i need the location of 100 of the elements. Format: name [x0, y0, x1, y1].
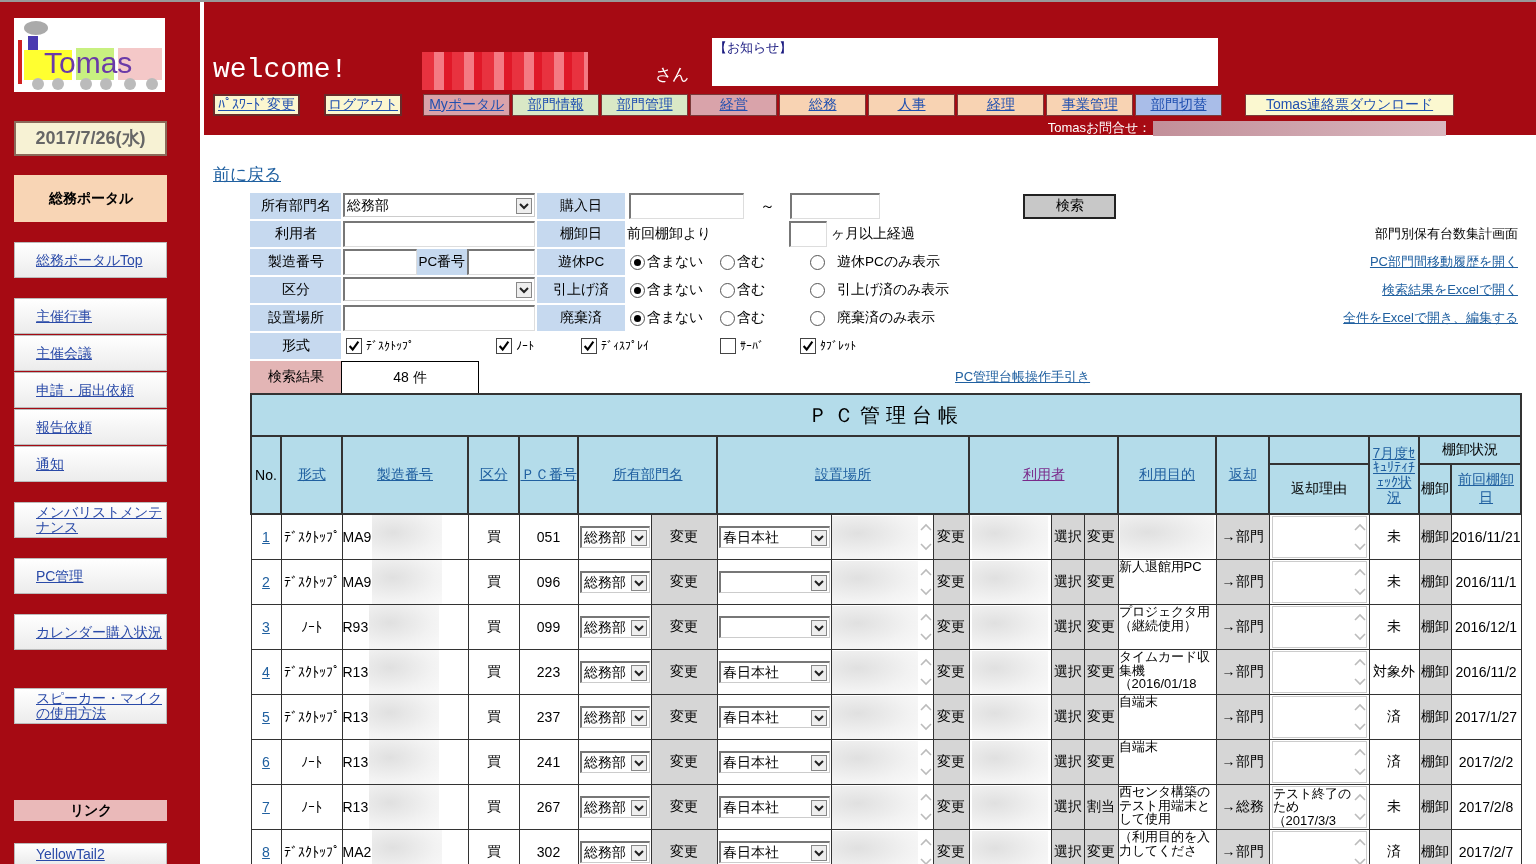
link[interactable]: 全件をExcelで開き、編集する	[1343, 309, 1518, 327]
radio-button[interactable]	[630, 310, 645, 326]
sidebar-link[interactable]: カレンダー購入状況	[14, 614, 167, 650]
row-number-link[interactable]: 4	[262, 664, 270, 680]
checkbox[interactable]	[720, 338, 736, 354]
nav-tab[interactable]: 経理	[957, 94, 1044, 116]
reason-field[interactable]	[1271, 831, 1367, 864]
column-header-link[interactable]: 区分	[479, 466, 508, 484]
dept-select[interactable]: 総務部	[579, 526, 650, 548]
dept-select[interactable]: 総務部	[343, 193, 535, 217]
row-number-link[interactable]: 5	[262, 709, 270, 725]
sidebar-link[interactable]: PC管理	[14, 558, 167, 594]
sidebar-link[interactable]: 主催行事	[14, 298, 167, 334]
radio-button[interactable]	[720, 310, 735, 326]
input-field[interactable]	[343, 221, 535, 247]
caret-icon	[630, 529, 647, 546]
location-select[interactable]: 春日本社	[718, 841, 830, 863]
nav-tab[interactable]: 人事	[868, 94, 955, 116]
radio-button[interactable]	[630, 282, 645, 298]
nav-tab[interactable]: 部門切替	[1135, 94, 1222, 116]
column-header-link[interactable]: 利用者	[1022, 466, 1065, 484]
column-header-link[interactable]: 前回棚卸日	[1452, 471, 1521, 507]
checkbox[interactable]	[581, 338, 597, 354]
dept-select[interactable]: 総務部	[579, 706, 650, 728]
serial-number-text: MA2	[343, 844, 372, 860]
reason-field[interactable]	[1271, 516, 1367, 558]
sidebar-link[interactable]: 報告依頼	[14, 409, 167, 445]
input-field[interactable]	[629, 193, 744, 219]
column-header-link[interactable]: 7月度ｾｷｭﾘﾃｨﾁｪｯｸ状況	[1370, 445, 1418, 505]
sidebar-link[interactable]: 総務ポータルTop	[14, 242, 167, 278]
location-select[interactable]: 春日本社	[718, 796, 830, 818]
checkbox[interactable]	[346, 338, 362, 354]
column-header-link[interactable]: 所有部門名	[612, 466, 683, 484]
row-number-link[interactable]: 1	[262, 529, 270, 545]
column-header-link[interactable]: 利用目的	[1139, 466, 1195, 484]
column-header-link[interactable]: 形式	[297, 466, 326, 484]
location-select[interactable]	[718, 571, 830, 593]
input-field[interactable]	[789, 221, 827, 247]
row-number-link[interactable]: 6	[262, 754, 270, 770]
location-select[interactable]	[718, 616, 830, 638]
reason-field[interactable]: テスト終了のため（2017/3/3	[1271, 786, 1367, 828]
radio-button[interactable]	[720, 282, 735, 298]
sidebar-link[interactable]: 主催会議	[14, 335, 167, 371]
reason-field[interactable]	[1271, 651, 1367, 693]
checkbox[interactable]	[800, 338, 816, 354]
account-button[interactable]: ログアウト	[324, 94, 402, 116]
sidebar-link[interactable]: メンバリストメンテナンス	[14, 502, 167, 538]
checkbox[interactable]	[496, 338, 512, 354]
manual-link[interactable]: PC管理台帳操作手引き	[955, 368, 1091, 386]
nav-tab[interactable]: 部門情報	[512, 94, 599, 116]
reason-field[interactable]	[1271, 741, 1367, 783]
column-header-link[interactable]: ＰＣ番号	[520, 466, 577, 484]
row-number-link[interactable]: 2	[262, 574, 270, 590]
dept-select[interactable]: 総務部	[579, 661, 650, 683]
row-number-link[interactable]: 3	[262, 619, 270, 635]
column-header-link[interactable]: 製造番号	[377, 466, 433, 484]
back-link[interactable]: 前に戻る	[213, 163, 281, 186]
category-select[interactable]	[343, 277, 535, 301]
input-field[interactable]	[790, 193, 880, 219]
sidebar-link[interactable]: YellowTail2	[14, 843, 167, 864]
nav-tab[interactable]: Myポータル	[423, 94, 510, 116]
column-header: 返却理由	[1269, 464, 1369, 514]
radio-button[interactable]	[810, 310, 825, 326]
nav-tab[interactable]: 事業管理	[1046, 94, 1133, 116]
location-select[interactable]: 春日本社	[718, 706, 830, 728]
reason-field[interactable]	[1271, 606, 1367, 648]
column-header-link[interactable]: 返却	[1228, 466, 1257, 484]
reason-field[interactable]	[1271, 696, 1367, 738]
dept-select[interactable]: 総務部	[579, 616, 650, 638]
dept-select[interactable]: 総務部	[579, 571, 650, 593]
location-select[interactable]: 春日本社	[718, 526, 830, 548]
link[interactable]: PC部門間移動履歴を開く	[1369, 253, 1518, 271]
dept-select[interactable]: 総務部	[579, 841, 650, 863]
link[interactable]: 検索結果をExcelで開く	[1382, 281, 1518, 299]
location-select[interactable]: 春日本社	[718, 661, 830, 683]
nav-tab[interactable]: 経営	[690, 94, 777, 116]
radio-button[interactable]	[810, 282, 825, 298]
dept-select[interactable]: 総務部	[579, 796, 650, 818]
radio-button[interactable]	[630, 254, 645, 270]
account-button[interactable]: ﾊﾟｽﾜｰﾄﾞ変更	[213, 94, 300, 116]
input-field[interactable]	[343, 249, 417, 275]
field-label: 廃棄済	[537, 305, 625, 331]
input-field[interactable]	[467, 249, 535, 275]
radio-button[interactable]	[720, 254, 735, 270]
nav-tab[interactable]: 部門管理	[601, 94, 688, 116]
row-number-link[interactable]: 8	[262, 844, 270, 860]
reason-field[interactable]	[1271, 561, 1367, 603]
scroll-arrows-icon	[919, 702, 932, 732]
dept-select[interactable]: 総務部	[579, 751, 650, 773]
input-field[interactable]	[343, 305, 535, 331]
column-header-link[interactable]: 設置場所	[815, 466, 871, 484]
search-button[interactable]: 検索	[1023, 193, 1116, 219]
sidebar-link[interactable]: スピーカー・マイクの使用方法	[14, 688, 167, 724]
download-button[interactable]: Tomas連絡票ダウンロード	[1245, 94, 1454, 116]
row-number-link[interactable]: 7	[262, 799, 270, 815]
sidebar-link[interactable]: 申請・届出依頼	[14, 372, 167, 408]
sidebar-link[interactable]: 通知	[14, 446, 167, 482]
location-select[interactable]: 春日本社	[718, 751, 830, 773]
nav-tab[interactable]: 総務	[779, 94, 866, 116]
radio-button[interactable]	[810, 254, 825, 270]
